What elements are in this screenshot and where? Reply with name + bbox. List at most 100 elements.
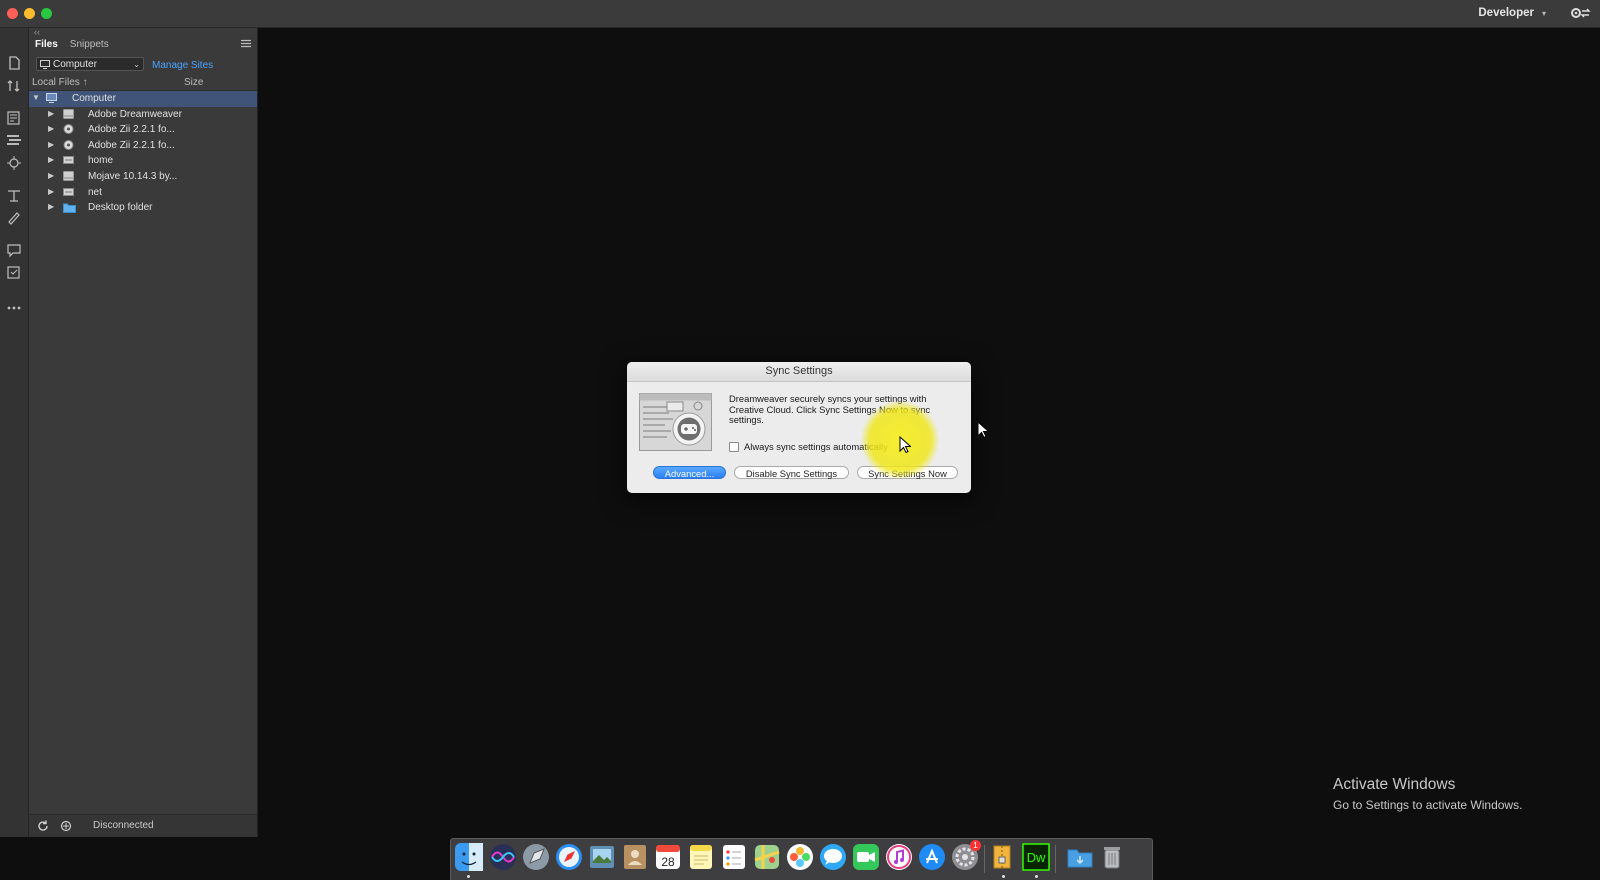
running-indicator bbox=[467, 875, 470, 878]
chevron-right-icon[interactable]: ▶ bbox=[48, 171, 54, 180]
disk-image-icon bbox=[63, 124, 74, 135]
css-designer-icon[interactable] bbox=[5, 187, 23, 203]
launchpad-icon[interactable] bbox=[522, 843, 550, 871]
panel-menu-icon[interactable] bbox=[241, 39, 251, 48]
window-maximize-button[interactable] bbox=[41, 8, 52, 19]
files-panel-icon[interactable] bbox=[5, 132, 23, 148]
dock-separator bbox=[1055, 845, 1056, 873]
connection-status: Disconnected bbox=[93, 820, 154, 831]
siri-icon[interactable] bbox=[489, 843, 517, 871]
chevron-down-icon: ▾ bbox=[1541, 8, 1546, 18]
chevron-right-icon[interactable]: ▶ bbox=[48, 109, 54, 118]
tree-item-folder[interactable]: ▶ Desktop folder bbox=[29, 200, 257, 216]
tab-files[interactable]: Files bbox=[29, 37, 64, 53]
messages-icon[interactable] bbox=[819, 843, 847, 871]
activate-windows-watermark: Activate Windows Go to Settings to activ… bbox=[1333, 776, 1522, 812]
tree-item-computer[interactable]: ▼ Computer bbox=[29, 91, 257, 107]
tree-item-drive[interactable]: ▶ net bbox=[29, 185, 257, 201]
photos-icon[interactable] bbox=[786, 843, 814, 871]
chevron-right-icon[interactable]: ▶ bbox=[48, 187, 54, 196]
tree-item-drive[interactable]: ▶ Mojave 10.14.3 by... bbox=[29, 169, 257, 185]
facetime-icon[interactable] bbox=[852, 843, 880, 871]
site-select-value: Computer bbox=[53, 59, 97, 70]
drive-icon bbox=[63, 108, 74, 119]
maps-icon[interactable] bbox=[753, 843, 781, 871]
dreamweaver-icon[interactable]: Dw bbox=[1022, 843, 1050, 871]
contacts-icon[interactable] bbox=[621, 843, 649, 871]
watermark-title: Activate Windows bbox=[1333, 776, 1456, 793]
trash-icon[interactable] bbox=[1098, 843, 1126, 871]
dialog-title: Sync Settings bbox=[627, 362, 971, 382]
dom-icon[interactable] bbox=[5, 155, 23, 171]
dock-separator bbox=[984, 845, 985, 873]
assets-brush-icon[interactable] bbox=[5, 209, 23, 225]
advanced-button[interactable]: Advanced... bbox=[653, 466, 726, 479]
dreamweaver-label: Dw bbox=[1027, 850, 1046, 865]
files-panel: Files Snippets Computer ⌄ Manage Sites L… bbox=[29, 28, 258, 837]
file-tree: ▼ Computer ▶ Adobe Dreamweaver ▶ Adobe Z… bbox=[29, 91, 257, 216]
tree-item-drive[interactable]: ▶ home bbox=[29, 153, 257, 169]
window-close-button[interactable] bbox=[7, 8, 18, 19]
tree-item-label: Adobe Zii 2.2.1 fo... bbox=[88, 124, 175, 136]
column-local-files[interactable]: Local Files ↑ bbox=[32, 77, 88, 88]
chevron-down-icon[interactable]: ▼ bbox=[32, 93, 40, 102]
new-document-icon[interactable] bbox=[5, 55, 23, 71]
tree-item-label: Adobe Zii 2.2.1 fo... bbox=[88, 139, 175, 151]
monitor-icon bbox=[40, 60, 50, 69]
itunes-icon[interactable] bbox=[885, 843, 913, 871]
always-sync-checkbox[interactable] bbox=[729, 441, 739, 452]
downloads-folder-icon[interactable] bbox=[1066, 843, 1094, 871]
network-drive-icon bbox=[63, 187, 74, 197]
preview-icon[interactable] bbox=[588, 843, 616, 871]
window-minimize-button[interactable] bbox=[24, 8, 35, 19]
properties-icon[interactable] bbox=[5, 110, 23, 126]
app-store-icon[interactable] bbox=[918, 843, 946, 871]
sort-arrow-icon: ↑ bbox=[82, 77, 88, 88]
more-tools-icon[interactable] bbox=[5, 300, 23, 316]
tree-item-label: Computer bbox=[72, 93, 116, 104]
disable-sync-settings-button[interactable]: Disable Sync Settings bbox=[734, 466, 849, 479]
workspace-switcher[interactable]: Developer ▾ bbox=[1478, 7, 1546, 19]
app-titlebar: Developer ▾ bbox=[0, 0, 1600, 28]
sync-gear-icon[interactable] bbox=[1570, 5, 1592, 21]
watermark-subtitle: Go to Settings to activate Windows. bbox=[1333, 798, 1523, 812]
workspace-label: Developer bbox=[1478, 7, 1534, 19]
chevron-right-icon[interactable]: ▶ bbox=[48, 140, 54, 149]
behaviors-icon[interactable] bbox=[5, 265, 23, 281]
folder-icon bbox=[63, 202, 76, 214]
column-size[interactable]: Size bbox=[184, 77, 203, 88]
chevron-right-icon[interactable]: ▶ bbox=[48, 202, 54, 211]
tree-item-label: home bbox=[88, 155, 114, 167]
chevron-right-icon[interactable]: ▶ bbox=[48, 155, 54, 164]
swap-arrows-icon[interactable] bbox=[5, 78, 23, 94]
tree-item-drive[interactable]: ▶ Adobe Zii 2.2.1 fo... bbox=[29, 122, 257, 138]
tree-item-drive[interactable]: ▶ Adobe Dreamweaver bbox=[29, 107, 257, 123]
panel-tabs: Files Snippets bbox=[29, 37, 257, 53]
comment-icon[interactable] bbox=[5, 242, 23, 258]
calendar-icon[interactable]: 28 bbox=[654, 843, 682, 871]
collapse-panels-icon[interactable]: ‹‹ bbox=[34, 28, 44, 37]
column-local-files-label: Local Files bbox=[32, 77, 80, 88]
archive-utility-icon[interactable] bbox=[989, 843, 1017, 871]
notes-icon[interactable] bbox=[687, 843, 715, 871]
panel-footer: Disconnected bbox=[29, 814, 257, 837]
tool-strip bbox=[0, 28, 29, 837]
drive-icon bbox=[63, 170, 74, 181]
tab-snippets[interactable]: Snippets bbox=[64, 37, 115, 53]
sync-settings-illustration bbox=[639, 393, 712, 451]
reminders-icon[interactable] bbox=[720, 843, 748, 871]
finder-icon[interactable] bbox=[455, 843, 483, 871]
refresh-icon[interactable] bbox=[37, 820, 49, 832]
disk-image-icon bbox=[63, 139, 74, 150]
chevron-right-icon[interactable]: ▶ bbox=[48, 124, 54, 133]
site-select[interactable]: Computer ⌄ bbox=[36, 57, 144, 71]
tree-item-drive[interactable]: ▶ Adobe Zii 2.2.1 fo... bbox=[29, 138, 257, 154]
system-preferences-icon[interactable]: 1 bbox=[951, 840, 981, 871]
running-indicator bbox=[1035, 875, 1038, 878]
tree-item-label: net bbox=[88, 186, 102, 198]
network-drive-icon bbox=[63, 155, 74, 165]
connect-icon[interactable] bbox=[60, 820, 74, 832]
manage-sites-link[interactable]: Manage Sites bbox=[152, 60, 213, 71]
safari-icon[interactable] bbox=[555, 843, 583, 871]
macos-dock: 28 1 Dw bbox=[450, 838, 1153, 880]
